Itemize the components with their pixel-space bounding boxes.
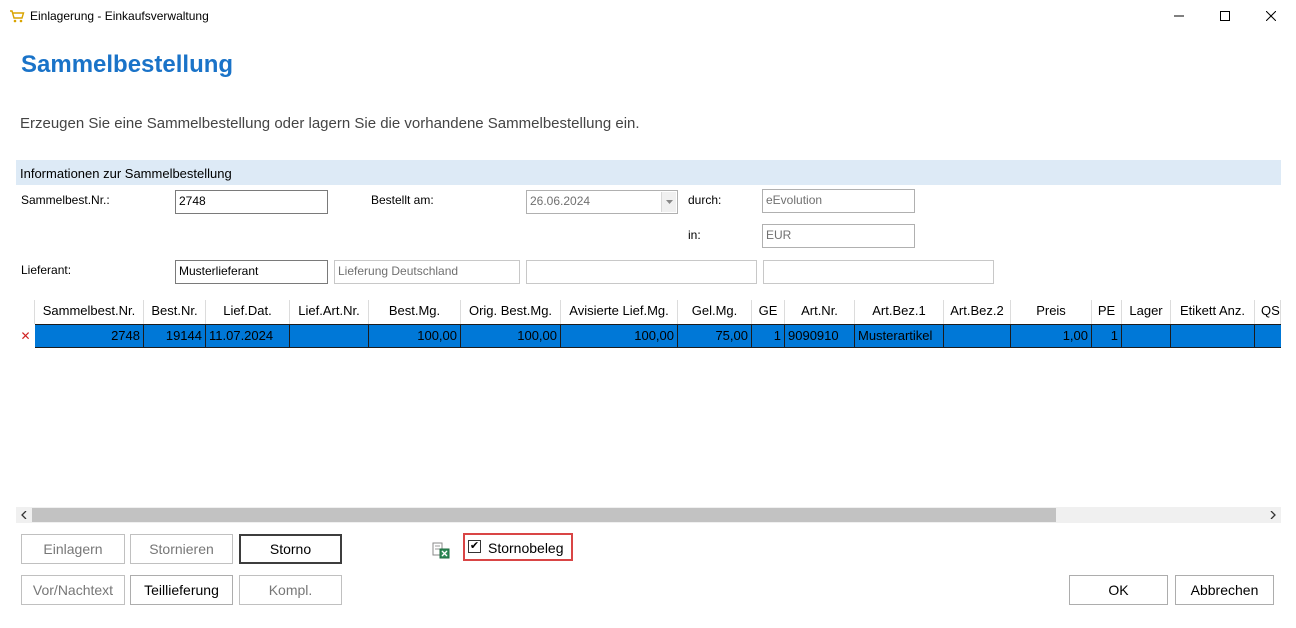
lieferung-field[interactable]: Lieferung Deutschland [334, 260, 520, 284]
column-header[interactable]: Art.Bez.2 [944, 300, 1011, 324]
cell[interactable]: 19144 [144, 324, 206, 348]
bestellt-date-picker[interactable]: 26.06.2024 [526, 190, 678, 214]
maximize-icon [1220, 11, 1230, 21]
column-header[interactable]: Best.Mg. [369, 300, 461, 324]
shopping-cart-icon [9, 8, 25, 24]
currency-field[interactable]: EUR [762, 224, 915, 248]
row-indicator-header [16, 300, 35, 324]
page-title: Sammelbestellung [21, 51, 234, 78]
cell[interactable]: 100,00 [461, 324, 561, 348]
order-grid[interactable]: Sammelbest.Nr. Best.Nr. Lief.Dat. Lief.A… [16, 300, 1281, 507]
cell[interactable] [1255, 324, 1281, 348]
chevron-down-icon [665, 200, 673, 204]
scroll-left-button[interactable] [16, 507, 32, 523]
cell[interactable]: 1 [752, 324, 785, 348]
minimize-icon [1174, 15, 1184, 17]
close-icon [1266, 11, 1276, 21]
column-header[interactable]: Avisierte Lief.Mg. [561, 300, 678, 324]
close-button[interactable] [1248, 0, 1294, 32]
chevron-left-icon [21, 511, 27, 519]
window-title: Einlagerung - Einkaufsverwaltung [30, 9, 209, 23]
cell[interactable]: 2748 [35, 324, 144, 348]
column-header[interactable]: Lager [1122, 300, 1171, 324]
cell[interactable] [290, 324, 369, 348]
cell[interactable] [944, 324, 1011, 348]
cell[interactable]: 100,00 [561, 324, 678, 348]
column-header[interactable]: Sammelbest.Nr. [35, 300, 144, 324]
durch-field[interactable]: eEvolution [762, 189, 915, 213]
chevron-right-icon [1270, 511, 1276, 519]
stornobeleg-checkbox[interactable]: ✔ [468, 540, 481, 553]
excel-export-icon[interactable] [432, 541, 450, 559]
bestellt-date-value: 26.06.2024 [530, 194, 591, 208]
column-header[interactable]: GE [752, 300, 785, 324]
sammelbest-label: Sammelbest.Nr.: [21, 193, 110, 207]
title-bar: Einlagerung - Einkaufsverwaltung [0, 0, 1296, 32]
in-label: in: [688, 228, 701, 242]
lieferant-label: Lieferant: [21, 263, 72, 277]
cell[interactable] [1171, 324, 1255, 348]
vor-nachtext-button[interactable]: Vor/Nachtext [21, 575, 125, 605]
horizontal-scrollbar[interactable] [16, 507, 1281, 523]
sammelbest-field[interactable]: 2748 [175, 190, 328, 214]
scroll-thumb[interactable] [32, 508, 1056, 522]
column-header[interactable]: QS [1255, 300, 1281, 324]
extra-field-1[interactable] [526, 260, 757, 284]
teillieferung-button[interactable]: Teillieferung [130, 575, 233, 605]
cell[interactable]: 11.07.2024 [206, 324, 290, 348]
cell[interactable]: Musterartikel [855, 324, 944, 348]
cell[interactable]: 1 [1092, 324, 1122, 348]
kompl-button[interactable]: Kompl. [239, 575, 342, 605]
durch-label: durch: [688, 193, 722, 207]
cell[interactable]: 1,00 [1011, 324, 1092, 348]
column-header[interactable]: Lief.Art.Nr. [290, 300, 369, 324]
storno-button[interactable]: Storno [239, 534, 342, 564]
section-title: Informationen zur Sammelbestellung [20, 166, 232, 181]
ok-button[interactable]: OK [1069, 575, 1168, 605]
column-header[interactable]: Gel.Mg. [678, 300, 752, 324]
dropdown-button[interactable] [661, 192, 676, 212]
info-section-header: Informationen zur Sammelbestellung [16, 160, 1281, 185]
scroll-right-button[interactable] [1265, 507, 1281, 523]
lieferant-field[interactable]: Musterlieferant [175, 260, 328, 284]
maximize-button[interactable] [1202, 0, 1248, 32]
einlagern-button[interactable]: Einlagern [21, 534, 125, 564]
page-subtitle: Erzeugen Sie eine Sammelbestellung oder … [20, 115, 640, 132]
column-header[interactable]: Orig. Best.Mg. [461, 300, 561, 324]
extra-field-2[interactable] [763, 260, 994, 284]
column-header[interactable]: Art.Bez.1 [855, 300, 944, 324]
stornobeleg-label[interactable]: Stornobeleg [488, 540, 564, 556]
abbrechen-button[interactable]: Abbrechen [1175, 575, 1274, 605]
cell[interactable]: 100,00 [369, 324, 461, 348]
column-header[interactable]: Best.Nr. [144, 300, 206, 324]
cell[interactable]: 75,00 [678, 324, 752, 348]
table-row[interactable]: 2748 19144 11.07.2024 100,00 100,00 100,… [16, 324, 1281, 348]
column-header[interactable]: Lief.Dat. [206, 300, 290, 324]
column-header[interactable]: Preis [1011, 300, 1092, 324]
minimize-button[interactable] [1156, 0, 1202, 32]
column-header[interactable]: Art.Nr. [785, 300, 855, 324]
grid-header: Sammelbest.Nr. Best.Nr. Lief.Dat. Lief.A… [16, 300, 1281, 324]
cell[interactable] [1122, 324, 1171, 348]
column-header[interactable]: PE [1092, 300, 1122, 324]
column-header[interactable]: Etikett Anz. [1171, 300, 1255, 324]
bestellt-label: Bestellt am: [371, 193, 434, 207]
stornieren-button[interactable]: Stornieren [130, 534, 233, 564]
cell[interactable]: 9090910 [785, 324, 855, 348]
